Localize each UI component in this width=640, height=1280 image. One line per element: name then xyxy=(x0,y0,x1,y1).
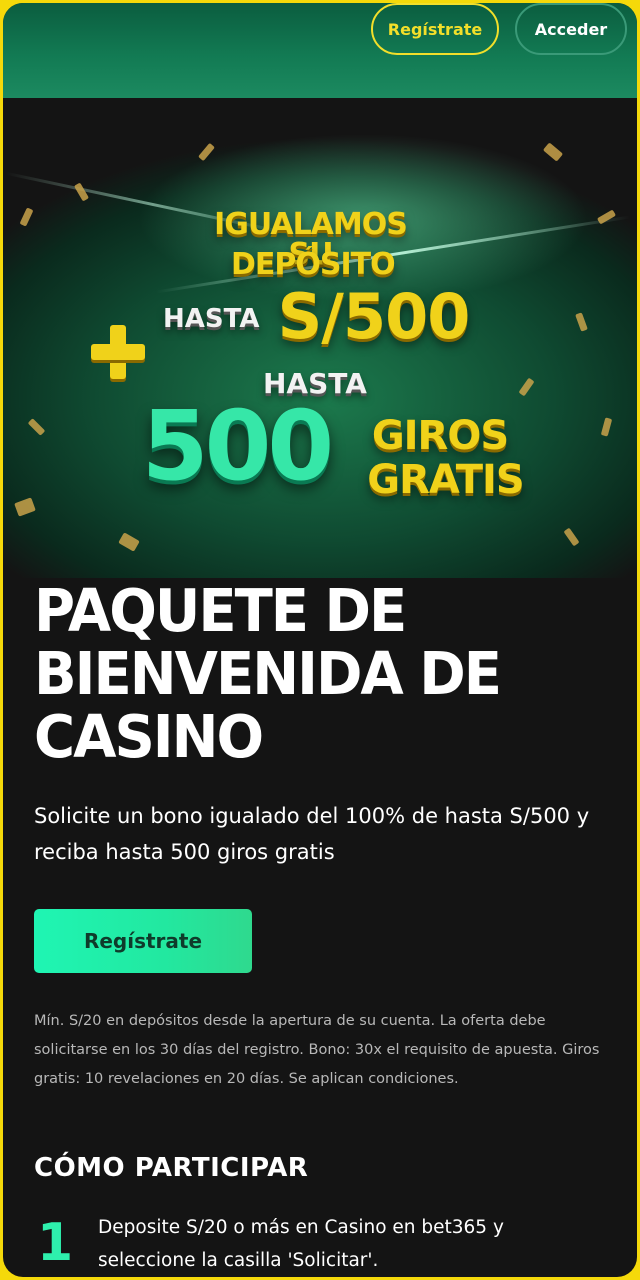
confetti-piece xyxy=(518,377,535,397)
promo-amount: S/500 xyxy=(277,280,471,353)
confetti-piece xyxy=(600,417,613,437)
step-number: 1 xyxy=(37,1213,74,1273)
login-button[interactable]: Acceder xyxy=(515,3,627,55)
confetti-piece xyxy=(198,142,215,162)
confetti-piece xyxy=(596,209,617,225)
confetti-piece xyxy=(575,312,588,332)
how-to-title: CÓMO PARTICIPAR xyxy=(34,1153,309,1183)
offer-subtitle: Solicite un bono igualado del 100% de ha… xyxy=(34,804,590,864)
confetti-piece xyxy=(19,207,34,227)
register-button-main[interactable]: Regístrate xyxy=(34,909,252,973)
confetti-piece xyxy=(563,527,580,547)
promo-spins-word-2: GRATIS xyxy=(367,457,524,503)
confetti-piece xyxy=(542,142,564,162)
confetti-piece xyxy=(14,497,36,517)
step-text: Deposite S/20 o más en Casino en bet365 … xyxy=(98,1217,504,1271)
page-title: PAQUETE DE BIENVENIDA DE CASINO xyxy=(34,577,502,772)
confetti-piece xyxy=(27,418,46,436)
terms-text: Mín. S/20 en depósitos desde la apertura… xyxy=(34,1013,600,1087)
promo-spins-word-1: GIROS xyxy=(371,413,509,459)
register-button-header[interactable]: Regístrate xyxy=(371,3,499,55)
promo-spins-count: 500 xyxy=(141,390,334,502)
promo-banner: IGUALAMOS SU DEPÓSITO HASTA S/500 HASTA … xyxy=(3,98,637,578)
promo-upto-1: HASTA xyxy=(163,304,260,334)
promo-line-2: DEPÓSITO xyxy=(231,247,396,282)
app-frame: Regístrate Acceder IGUALAMOS SU DEPÓSITO… xyxy=(3,3,637,1277)
confetti-piece xyxy=(118,532,140,552)
top-header: Regístrate Acceder xyxy=(3,3,637,98)
plus-icon xyxy=(89,323,147,381)
